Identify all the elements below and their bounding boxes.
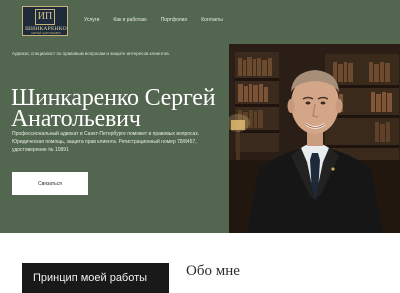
hero-lead-text: Адвокат, специалист по правовым вопросам… (12, 51, 170, 56)
nav-item-how-i-work[interactable]: Как я работаю (113, 17, 146, 23)
hero-section: ИП ШИНКАРЕНКО СЕРГЕЙ АНАТОЛЬЕВИЧ Услуги … (0, 0, 400, 233)
logo[interactable]: ИП ШИНКАРЕНКО СЕРГЕЙ АНАТОЛЬЕВИЧ (22, 6, 68, 36)
contact-button[interactable]: Связаться (12, 172, 88, 195)
lawyer-photo (229, 44, 400, 233)
about-title: Обо мне (186, 263, 240, 279)
hero-description: Профессиональный адвокат в Санкт-Петербу… (12, 131, 200, 153)
page-title: Шинкаренко Сергей Анатольевич (11, 85, 216, 132)
logo-subtitle: СЕРГЕЙ АНАТОЛЬЕВИЧ (30, 32, 62, 35)
nav-item-portfolio[interactable]: Портфолио (161, 17, 188, 23)
main-nav: Услуги Как я работаю Портфолио Контакты (84, 17, 237, 23)
principle-card-title: Принцип моей работы (33, 272, 148, 284)
logo-monogram: ИП (35, 9, 55, 25)
nav-item-services[interactable]: Услуги (84, 17, 99, 23)
principle-card: Принцип моей работы (22, 263, 169, 293)
nav-item-contacts[interactable]: Контакты (201, 17, 223, 23)
